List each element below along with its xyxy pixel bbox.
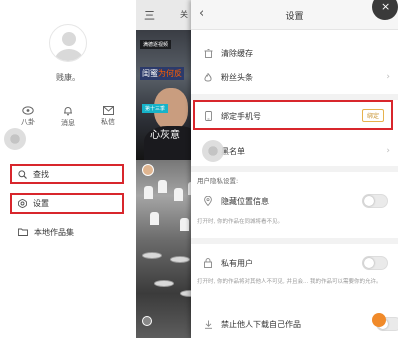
hide-location-toggle[interactable]: [362, 194, 388, 208]
thumbnail-figure: [174, 188, 183, 201]
row-hide-location[interactable]: 隐藏位置信息: [191, 188, 398, 214]
quick-link-label: 私信: [101, 118, 115, 126]
menu-icon[interactable]: 三: [144, 7, 155, 23]
video-caption: 闺蜜为何反: [140, 67, 184, 80]
download-icon: [199, 320, 217, 329]
settings-header: ‹ 设置: [191, 0, 398, 30]
episode-tag: 第十三季: [142, 104, 169, 113]
thumbnail-figure: [180, 218, 189, 231]
row-label: 隐藏位置信息: [221, 196, 269, 206]
creator-avatar[interactable]: [142, 316, 152, 326]
quick-link-messages[interactable]: 消息: [48, 106, 88, 128]
watermark-dot: [372, 313, 386, 327]
chevron-right-icon: ›: [386, 72, 390, 82]
row-clear-cache[interactable]: 清除缓存: [191, 40, 398, 66]
avatar[interactable]: [49, 24, 87, 62]
bell-icon: [64, 107, 72, 116]
thumbnail-figure: [158, 180, 167, 193]
thumbnail-plate: [170, 256, 190, 263]
row-label: 清除缓存: [221, 48, 253, 58]
caption-orange-text: 为何反: [158, 69, 182, 78]
folder-icon: [18, 228, 28, 236]
section-divider: [191, 238, 398, 244]
username: 贱康。: [56, 73, 80, 82]
section-divider: [191, 166, 398, 172]
feed-tab-label[interactable]: 关: [180, 9, 188, 20]
row-label: 禁止他人下载自己作品: [221, 319, 301, 329]
trash-icon: [199, 48, 217, 58]
row-label: 私有用户: [221, 258, 253, 268]
private-user-toggle[interactable]: [362, 256, 388, 270]
private-user-hint: 打开时, 你的作品将对其他人不可见, 并且会... 我的作品可以需要你的允许。: [197, 279, 382, 285]
chevron-right-icon: ›: [386, 146, 390, 156]
settings-panel: ‹ 设置 清除缓存 粉丝头条 › 绑定手机号 绑定 黑名单 › 用户隐私设置: …: [191, 0, 398, 338]
hide-location-hint: 打开时, 你的作品在同城将看不见。: [197, 219, 283, 225]
lock-icon: [199, 258, 217, 268]
highlight-box-settings: [10, 193, 124, 214]
eye-icon: [22, 106, 34, 115]
quick-link-gossip[interactable]: 八卦: [8, 106, 48, 127]
highlight-box-search: [10, 164, 124, 184]
quick-link-label: 消息: [61, 119, 75, 127]
caption-white-text: 闺蜜: [142, 69, 158, 78]
side-drawer: 贱康。 八卦 消息 私信 查找 设置 本地作品集: [0, 0, 136, 338]
thumbnail-figure: [144, 186, 153, 199]
location-icon: [199, 196, 217, 206]
mail-icon: [102, 106, 114, 115]
row-disable-download[interactable]: 禁止他人下载自己作品: [191, 311, 398, 337]
creator-avatar[interactable]: [142, 164, 154, 176]
highlight-box-bind-phone: [193, 100, 393, 130]
row-label: 黑名单: [221, 146, 245, 156]
flame-icon: [199, 72, 217, 82]
quick-link-label: 八卦: [21, 118, 35, 126]
close-icon: ×: [381, 0, 391, 13]
section-header-privacy: 用户隐私设置:: [197, 177, 239, 185]
menu-item-local-works[interactable]: 本地作品集: [12, 222, 124, 242]
menu-item-label: 本地作品集: [34, 227, 74, 237]
video-tag: 满德逐视频: [140, 40, 172, 49]
thumbnail-figure: [150, 212, 159, 225]
row-fans-headline[interactable]: 粉丝头条 ›: [191, 64, 398, 90]
page-title: 设置: [285, 12, 304, 22]
floating-assist-ball[interactable]: [4, 128, 26, 150]
thumbnail-plate: [154, 280, 174, 287]
floating-assist-ball[interactable]: [202, 140, 224, 162]
video-subtitle: 心灰意: [150, 130, 180, 141]
quick-link-direct-messages[interactable]: 私信: [88, 106, 128, 127]
thumbnail-plate: [142, 252, 162, 259]
row-label: 粉丝头条: [221, 72, 253, 82]
row-private-user[interactable]: 私有用户: [191, 250, 398, 276]
